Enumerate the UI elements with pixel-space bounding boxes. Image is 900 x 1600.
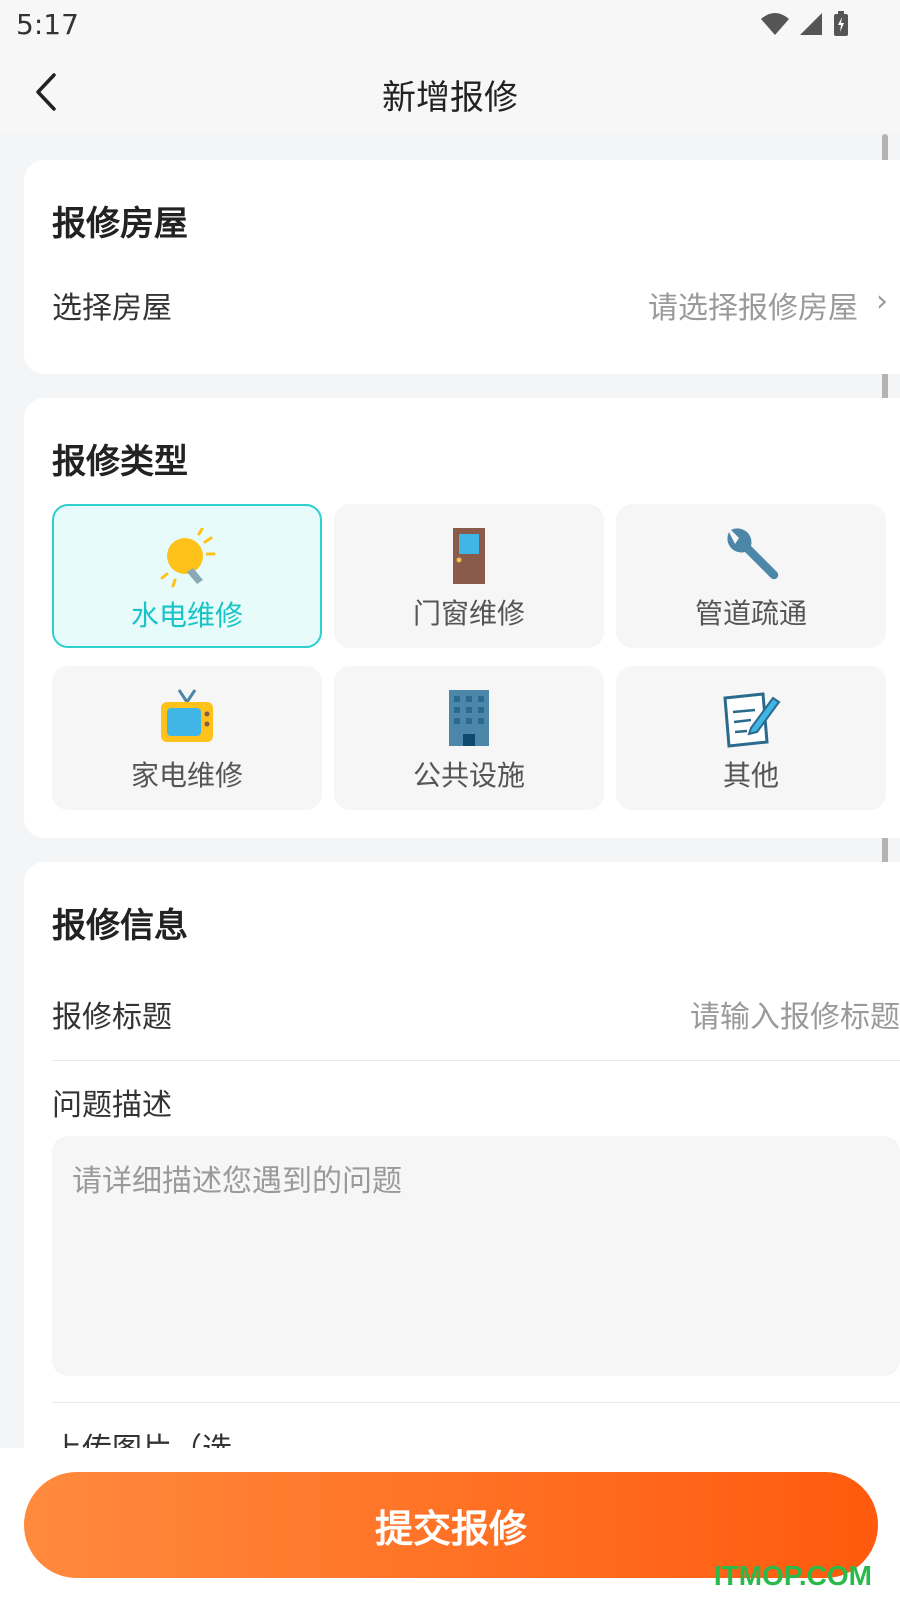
wrench-icon [727,528,779,580]
divider [52,1402,900,1403]
status-time: 5:17 [16,8,79,41]
nav-bar: 新增报修 [0,50,900,134]
door-icon [453,528,485,584]
type-option-appliance[interactable]: 家电维修 [52,666,322,810]
repair-title-label: 报修标题 [52,1000,172,1035]
chevron-right-icon: › [876,284,888,319]
page-title: 新增报修 [382,78,518,118]
tv-icon [161,689,213,742]
type-option-pipe-dredging[interactable]: 管道疏通 [616,504,886,648]
type-label: 其他 [722,759,779,792]
repair-info-title: 报修信息 [52,906,188,946]
status-icons [760,10,850,38]
repair-type-title: 报修类型 [52,442,188,482]
type-label: 公共设施 [412,759,525,792]
type-label: 管道疏通 [694,597,807,630]
type-option-other[interactable]: 其他 [616,666,886,810]
type-label: 门窗维修 [412,597,525,630]
wifi-icon [761,13,789,35]
building-icon [449,690,489,746]
type-label: 水电维修 [130,599,243,632]
problem-desc-textarea[interactable]: 请详细描述您遇到的问题 [52,1136,900,1376]
type-option-doors-windows[interactable]: 门窗维修 [334,504,604,648]
type-option-plumbing-electric[interactable]: 水电维修 [52,504,322,648]
problem-desc-label: 问题描述 [52,1088,172,1123]
type-label: 家电维修 [130,759,243,792]
house-card: 报修房屋 选择房屋 请选择报修房屋 › [24,160,900,374]
bulb-icon [160,528,216,588]
watermark: ITMOP.COM [713,1560,872,1591]
repair-title-input[interactable]: 请输入报修标题 [690,992,900,1036]
status-bar: 5:17 [0,0,900,50]
battery-icon [834,11,848,36]
repair-type-card: 报修类型 水电维修 门窗维修 管道疏通 家电维修 公共设施 其他 [24,398,900,838]
select-house-placeholder: 请选择报修房屋 [648,291,858,326]
select-house-label: 选择房屋 [52,291,172,326]
type-option-public-facilities[interactable]: 公共设施 [334,666,604,810]
house-card-title: 报修房屋 [52,204,188,244]
divider [52,1060,900,1061]
note-icon [723,692,781,748]
repair-type-grid: 水电维修 门窗维修 管道疏通 家电维修 公共设施 其他 [52,504,900,810]
signal-icon [800,13,822,35]
